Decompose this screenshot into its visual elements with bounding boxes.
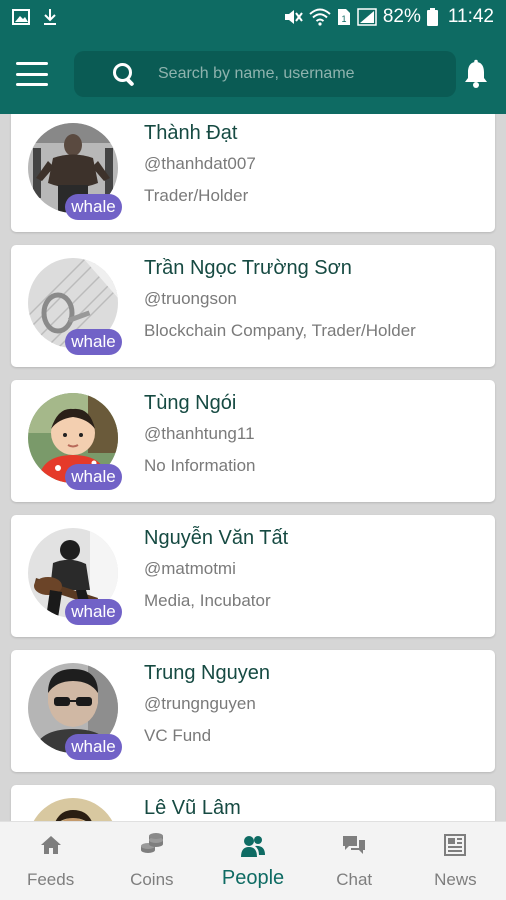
mute-icon bbox=[284, 10, 303, 24]
person-name[interactable]: Trần Ngọc Trường Sơn bbox=[144, 257, 416, 280]
avatar-container: whale bbox=[28, 663, 122, 760]
person-bio: Media, Incubator bbox=[144, 591, 271, 610]
person-name[interactable]: Thành Đạt bbox=[144, 122, 256, 145]
person-username: @matmotmi bbox=[144, 559, 236, 578]
search-bar[interactable] bbox=[74, 51, 456, 97]
nav-chat-label: Chat bbox=[336, 870, 373, 889]
person-name[interactable]: Lê Vũ Lâm bbox=[144, 797, 241, 820]
image-icon bbox=[12, 9, 30, 25]
whale-badge: whale bbox=[65, 194, 122, 220]
coins-icon bbox=[140, 833, 163, 853]
app-header bbox=[0, 34, 506, 114]
person-info: Trung Nguyen @trungnguyen VC Fund bbox=[144, 662, 270, 746]
person-info: Trần Ngọc Trường Sơn @truongson Blockcha… bbox=[144, 257, 416, 341]
news-icon bbox=[444, 834, 467, 856]
nav-chat[interactable]: Chat bbox=[304, 822, 405, 900]
battery-percent: 82% bbox=[382, 6, 421, 27]
download-icon bbox=[44, 9, 56, 25]
battery-icon bbox=[426, 8, 438, 26]
person-bio: VC Fund bbox=[144, 726, 212, 745]
hamburger-menu-icon[interactable] bbox=[16, 62, 48, 86]
status-right: 1 82% 11:42 bbox=[283, 6, 494, 28]
person-username: @truongson bbox=[144, 289, 237, 308]
person-username: @trungnguyen bbox=[144, 694, 256, 713]
avatar-container: whale bbox=[28, 393, 122, 490]
nav-news-label: News bbox=[434, 870, 477, 889]
person-bio: Blockchain Company, Trader/Holder bbox=[144, 321, 416, 340]
home-icon bbox=[40, 836, 61, 854]
people-list: whale Thành Đạt @thanhdat007 Trader/Hold… bbox=[11, 114, 495, 821]
nav-feeds-label: Feeds bbox=[26, 870, 75, 889]
signal-icon bbox=[357, 8, 377, 26]
whale-badge: whale bbox=[65, 734, 122, 760]
nav-people-label: People bbox=[221, 867, 285, 889]
person-card[interactable]: whale Nguyễn Văn Tất @matmotmi Media, In… bbox=[11, 515, 495, 637]
status-bar: 1 82% 11:42 bbox=[0, 0, 506, 34]
avatar[interactable] bbox=[28, 798, 118, 821]
person-card[interactable]: whale Trung Nguyen @trungnguyen VC Fund bbox=[11, 650, 495, 772]
status-left bbox=[12, 8, 58, 26]
whale-badge: whale bbox=[65, 329, 122, 355]
whale-badge: whale bbox=[65, 599, 122, 625]
person-username: @thanhdat007 bbox=[144, 154, 256, 173]
person-name[interactable]: Trung Nguyen bbox=[144, 662, 270, 685]
person-card[interactable]: whale Tùng Ngói @thanhtung11 No Informat… bbox=[11, 380, 495, 502]
person-card[interactable]: whale Thành Đạt @thanhdat007 Trader/Hold… bbox=[11, 114, 495, 232]
nav-coins[interactable]: Coins bbox=[101, 822, 202, 900]
avatar-container: whale bbox=[28, 123, 122, 220]
person-bio: No Information bbox=[144, 456, 256, 475]
svg-text:1: 1 bbox=[341, 14, 346, 24]
chat-icon bbox=[343, 836, 366, 854]
nav-coins-label: Coins bbox=[130, 870, 174, 889]
person-username: @thanhtung11 bbox=[144, 424, 255, 443]
nav-people[interactable]: People bbox=[202, 822, 303, 900]
person-bio: Trader/Holder bbox=[144, 186, 249, 205]
avatar-container: whale bbox=[28, 528, 122, 625]
person-name[interactable]: Tùng Ngói bbox=[144, 392, 256, 415]
person-info: Tùng Ngói @thanhtung11 No Information bbox=[144, 392, 256, 476]
nav-news[interactable]: News bbox=[405, 822, 506, 900]
nav-feeds[interactable]: Feeds bbox=[0, 822, 101, 900]
whale-badge: whale bbox=[65, 464, 122, 490]
person-card[interactable]: Lê Vũ Lâm bbox=[11, 785, 495, 821]
people-list-container[interactable]: whale Thành Đạt @thanhdat007 Trader/Hold… bbox=[0, 114, 506, 821]
sim-icon: 1 bbox=[337, 9, 350, 25]
clock: 11:42 bbox=[447, 6, 494, 27]
people-icon bbox=[241, 836, 265, 857]
bottom-navigation: Feeds Coins People Chat News bbox=[0, 821, 506, 900]
avatar-container: whale bbox=[28, 258, 122, 355]
bell-icon[interactable] bbox=[462, 59, 490, 89]
person-info: Nguyễn Văn Tất @matmotmi Media, Incubato… bbox=[144, 527, 288, 611]
person-info: Lê Vũ Lâm bbox=[144, 797, 241, 821]
search-icon bbox=[112, 62, 136, 86]
person-card[interactable]: whale Trần Ngọc Trường Sơn @truongson Bl… bbox=[11, 245, 495, 367]
person-name[interactable]: Nguyễn Văn Tất bbox=[144, 527, 288, 550]
avatar-container bbox=[28, 798, 118, 821]
wifi-icon bbox=[309, 8, 331, 26]
search-input[interactable] bbox=[158, 65, 438, 83]
person-info: Thành Đạt @thanhdat007 Trader/Holder bbox=[144, 122, 256, 206]
